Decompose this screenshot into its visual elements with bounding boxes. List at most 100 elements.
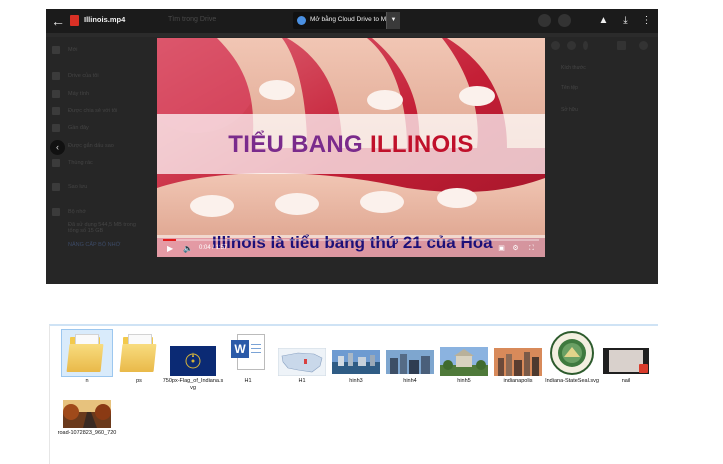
column-header: Tên tệp <box>561 85 578 91</box>
file-item[interactable]: 750px-Flag_of_Indiana.svg <box>162 330 224 392</box>
settings-icon[interactable]: ⚙ <box>511 244 520 253</box>
file-item[interactable]: ps <box>108 330 170 385</box>
sidebar-label: Drive của tôi <box>68 73 99 79</box>
fullscreen-icon[interactable]: ⛶ <box>527 244 536 253</box>
previous-file-button[interactable]: ‹ <box>50 140 65 155</box>
video-thumbnail <box>601 330 651 376</box>
drive-sidebar-dimmed: Mới Drive của tôi Máy tính Được chia sẻ … <box>46 37 156 284</box>
sidebar-label: Được chia sẻ với tôi <box>68 108 118 114</box>
indiana-flag-thumbnail <box>168 330 218 376</box>
file-item[interactable]: Indiana-StateSeal.svg <box>541 330 603 385</box>
image-thumbnail <box>493 330 543 376</box>
file-label: indianapolis <box>503 378 533 384</box>
file-label: ps <box>136 378 142 384</box>
video-title-text: TIỂU BANG ILLINOIS <box>157 131 545 159</box>
trash-icon <box>567 41 576 50</box>
progress-bar[interactable] <box>163 239 539 241</box>
play-icon[interactable]: ▶ <box>167 244 173 254</box>
details-panel-dimmed: Kích thước Tên tệp Sở hữu <box>551 37 658 187</box>
settings-icon <box>558 14 571 27</box>
back-arrow-icon[interactable]: ← <box>50 13 66 29</box>
file-label: 750px-Flag_of_Indiana.svg <box>162 378 224 391</box>
chevron-down-icon[interactable]: ▼ <box>386 12 400 29</box>
time-readout: 0:04 / 1:57 <box>199 245 228 251</box>
state-seal-thumbnail <box>547 330 597 376</box>
grid-icon <box>617 41 626 50</box>
file-label: H1 <box>298 378 306 384</box>
sidebar-label: Được gắn dấu sao <box>68 143 114 149</box>
file-item[interactable]: nail <box>595 330 657 385</box>
upgrade-storage-link[interactable]: NÂNG CẤP BỘ NHỚ <box>68 240 120 250</box>
sidebar-label: Bộ nhớ <box>68 209 86 215</box>
add-to-drive-icon[interactable]: ▲ <box>597 14 610 27</box>
title-word-1: TIỂU BANG <box>228 131 363 158</box>
file-item[interactable]: indianapolis <box>487 330 549 385</box>
chevron-left-icon: ‹ <box>56 142 59 152</box>
sidebar-item-recent[interactable]: Gần đây <box>52 123 89 133</box>
sidebar-item-computers[interactable]: Máy tính <box>52 89 89 99</box>
column-header: Sở hữu <box>561 107 578 113</box>
image-thumbnail <box>385 330 435 376</box>
file-item[interactable]: hinh5 <box>433 330 495 385</box>
plus-icon <box>52 46 60 54</box>
video-file-icon <box>70 15 79 26</box>
drive-icon <box>52 72 60 80</box>
open-with-label: Mở bằng Cloud Drive to Mail <box>310 16 393 23</box>
file-label: hinh4 <box>403 378 417 384</box>
more-vert-icon[interactable]: ⋮ <box>640 14 653 27</box>
sidebar-item-my-drive[interactable]: Drive của tôi <box>52 71 99 81</box>
file-item[interactable]: H1 <box>271 330 333 385</box>
captions-icon[interactable]: ▣ <box>497 244 506 253</box>
sidebar-item-shared[interactable]: Được chia sẻ với tôi <box>52 106 117 116</box>
volume-icon[interactable]: 🔈 <box>183 244 193 254</box>
cloud-icon <box>52 183 60 191</box>
file-item[interactable]: W H1 <box>217 330 279 385</box>
us-map-thumbnail <box>277 330 327 376</box>
video-player[interactable]: TIỂU BANG ILLINOIS Illinois là tiểu bang… <box>157 38 545 257</box>
more-icon <box>583 41 588 50</box>
file-label: hinh3 <box>349 378 363 384</box>
sidebar-item-backups[interactable]: Sao lưu <box>52 182 87 192</box>
sidebar-label: Máy tính <box>68 91 90 97</box>
file-item[interactable]: hinh4 <box>379 330 441 385</box>
file-label: hinh5 <box>457 378 471 384</box>
image-thumbnail <box>439 330 489 376</box>
title-word-2: ILLINOIS <box>369 131 474 158</box>
file-label: Indiana-StateSeal.svg <box>545 378 599 384</box>
file-item[interactable]: hinh3 <box>325 330 387 385</box>
sidebar-label: Gần đây <box>68 125 89 131</box>
drive-video-viewer: Mới Drive của tôi Máy tính Được chia sẻ … <box>46 9 658 284</box>
file-item[interactable]: road-1072823_960_720 <box>56 396 118 437</box>
upgrade-label: NÂNG CẤP BỘ NHỚ <box>68 242 121 248</box>
file-label: nail <box>621 378 631 384</box>
word-document-icon: W <box>223 330 273 376</box>
computer-icon <box>52 90 60 98</box>
info-icon <box>639 41 648 50</box>
column-header: Kích thước <box>561 65 586 71</box>
open-with-button[interactable]: Mở bằng Cloud Drive to Mail ▼ <box>293 12 400 29</box>
download-icon[interactable]: ⤓ <box>619 14 632 27</box>
help-icon <box>538 14 551 27</box>
search-input-dimmed: Tìm trong Drive <box>168 16 217 23</box>
video-badge-icon <box>639 364 648 373</box>
storage-icon <box>52 208 60 216</box>
image-thumbnail <box>331 330 381 376</box>
folder-icon <box>114 330 164 376</box>
file-label: H1 <box>244 378 252 384</box>
storage-usage: Đã sử dụng 544,5 MB trong tổng số 15 GB <box>68 221 148 235</box>
sidebar-label: Thùng rác <box>68 160 93 166</box>
video-subtitle: Illinois là tiểu bang thứ 21 của Hoa <box>212 233 493 252</box>
storage-usage-text: Đã sử dụng 544,5 MB trong tổng số 15 GB <box>68 222 136 234</box>
sidebar-item-trash[interactable]: Thùng rác <box>52 158 93 168</box>
sidebar-label: Sao lưu <box>68 184 88 190</box>
file-title: Illinois.mp4 <box>84 15 126 24</box>
progress-fill <box>163 239 177 241</box>
image-thumbnail <box>62 396 112 442</box>
folder-icon <box>61 329 113 377</box>
sidebar-item-new[interactable]: Mới <box>52 45 77 55</box>
people-icon <box>52 107 60 115</box>
sidebar-item-storage[interactable]: Bộ nhớ <box>52 207 86 217</box>
share-icon <box>551 41 560 50</box>
sidebar-label: Mới <box>68 47 78 53</box>
viewer-toolbar: ← Illinois.mp4 Tìm trong Drive Mở bằng C… <box>46 9 658 33</box>
